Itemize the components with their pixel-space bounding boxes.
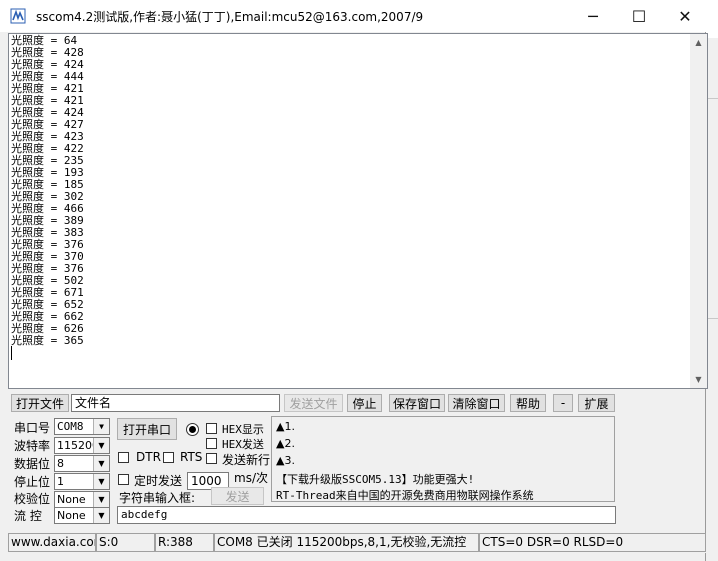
chevron-down-icon: ▼ [93,508,109,523]
close-icon: ✕ [678,6,692,26]
close-button[interactable]: ✕ [662,0,708,32]
flow-label: 流 控 [14,509,42,523]
sscom-upgrade-link[interactable]: 【下载升级版SSCOM5.13】功能更强大! [276,471,474,487]
minimize-button[interactable]: ─ [570,0,616,32]
received-count: R:388 [155,533,214,552]
maximize-button[interactable]: ☐ [616,0,662,32]
databits-label: 数据位 [14,457,51,471]
send-button[interactable]: 发送 [211,487,264,505]
line-status-text: CTS=0 DSR=0 RLSD=0 [479,533,706,552]
info-line-1: ▲1. [276,420,295,433]
dtr-checkbox[interactable] [118,452,129,463]
window-title: sscom4.2测试版,作者:聂小猛(丁丁),Email:mcu52@163.c… [36,10,424,24]
save-window-button[interactable]: 保存窗口 [389,394,445,412]
port-label: 串口号 [14,421,51,435]
chevron-down-icon: ▼ [93,492,109,507]
port-status-indicator [186,423,199,436]
hex-send-checkbox[interactable] [206,438,217,449]
baud-select[interactable]: 115200 ▼ [54,437,110,454]
website-link[interactable]: www.daxia.com [8,533,96,552]
title-bar: sscom4.2测试版,作者:聂小猛(丁丁),Email:mcu52@163.c… [0,0,706,32]
sscom-app-icon [10,8,26,24]
flow-select[interactable]: None ▼ [54,507,110,524]
interval-unit-label: ms/次 [234,471,268,485]
databits-select[interactable]: 8 ▼ [54,455,110,472]
receive-line: 光照度 = 365 [11,334,84,347]
receive-text-area[interactable]: 光照度 = 64 光照度 = 428 光照度 = 424 光照度 = 444 光照度 =… [8,33,708,389]
text-caret [11,346,12,360]
help-button[interactable]: 帮助 [510,394,546,412]
timed-send-checkbox[interactable] [118,474,129,485]
filename-input[interactable]: 文件名 [71,394,280,412]
hex-display-label: HEX显示 [222,423,264,436]
receive-text-content: 光照度 = 64 光照度 = 428 光照度 = 424 光照度 = 444 光照度 =… [11,35,84,347]
collapse-button[interactable]: - [553,394,573,412]
maximize-icon: ☐ [631,6,647,26]
open-file-button[interactable]: 打开文件 [11,394,69,412]
port-status-text: COM8 已关闭 115200bps,8,1,无校验,无流控 [214,533,479,552]
port-select[interactable]: COM8 ▼ [54,418,110,435]
clear-window-button[interactable]: 清除窗口 [448,394,505,412]
string-input-label: 字符串输入框: [119,491,196,505]
sent-count: S:0 [96,533,155,552]
open-port-button[interactable]: 打开串口 [117,418,177,440]
dtr-label: DTR [136,450,161,464]
parity-label: 校验位 [14,492,51,506]
send-input[interactable]: abcdefg [117,506,616,524]
desktop-divider [708,98,718,99]
hex-send-label: HEX发送 [222,438,264,451]
parity-value: None [57,493,86,506]
port-value: COM8 [57,420,84,433]
info-panel: ▲1. ▲2. ▲3. 【下载升级版SSCOM5.13】功能更强大! RT-Th… [271,416,615,502]
info-line-2: ▲2. [276,437,295,450]
chevron-down-icon: ▼ [93,474,109,489]
chevron-down-icon: ▼ [93,438,109,453]
vertical-scrollbar[interactable]: ▲ ▼ [690,34,707,388]
stopbits-value: 1 [57,475,64,488]
stopbits-label: 停止位 [14,475,51,489]
rt-thread-link[interactable]: RT-Thread来自中国的开源免费商用物联网操作系统 [276,487,534,503]
chevron-down-icon: ▼ [93,419,109,434]
status-bar: www.daxia.com S:0 R:388 COM8 已关闭 115200b… [0,533,706,553]
send-newline-label: 发送新行 [222,453,271,467]
scroll-down-icon[interactable]: ▼ [690,371,707,388]
minimize-icon: ─ [588,6,598,26]
stop-button[interactable]: 停止 [347,394,382,412]
send-newline-checkbox[interactable] [206,453,217,464]
timed-send-label: 定时发送 [134,474,183,488]
databits-value: 8 [57,457,64,470]
info-line-3: ▲3. [276,454,295,467]
sscom-window: sscom4.2测试版,作者:聂小猛(丁丁),Email:mcu52@163.c… [0,0,708,561]
rts-label: RTS [180,450,203,464]
send-file-button[interactable]: 发送文件 [284,394,343,412]
baud-label: 波特率 [14,439,51,453]
rts-checkbox[interactable] [163,452,174,463]
chevron-down-icon: ▼ [93,456,109,471]
parity-select[interactable]: None ▼ [54,491,110,508]
flow-value: None [57,509,86,522]
expand-button[interactable]: 扩展 [578,394,615,412]
stopbits-select[interactable]: 1 ▼ [54,473,110,490]
desktop-divider [708,318,718,319]
hex-display-checkbox[interactable] [206,423,217,434]
scroll-up-icon[interactable]: ▲ [690,34,707,51]
